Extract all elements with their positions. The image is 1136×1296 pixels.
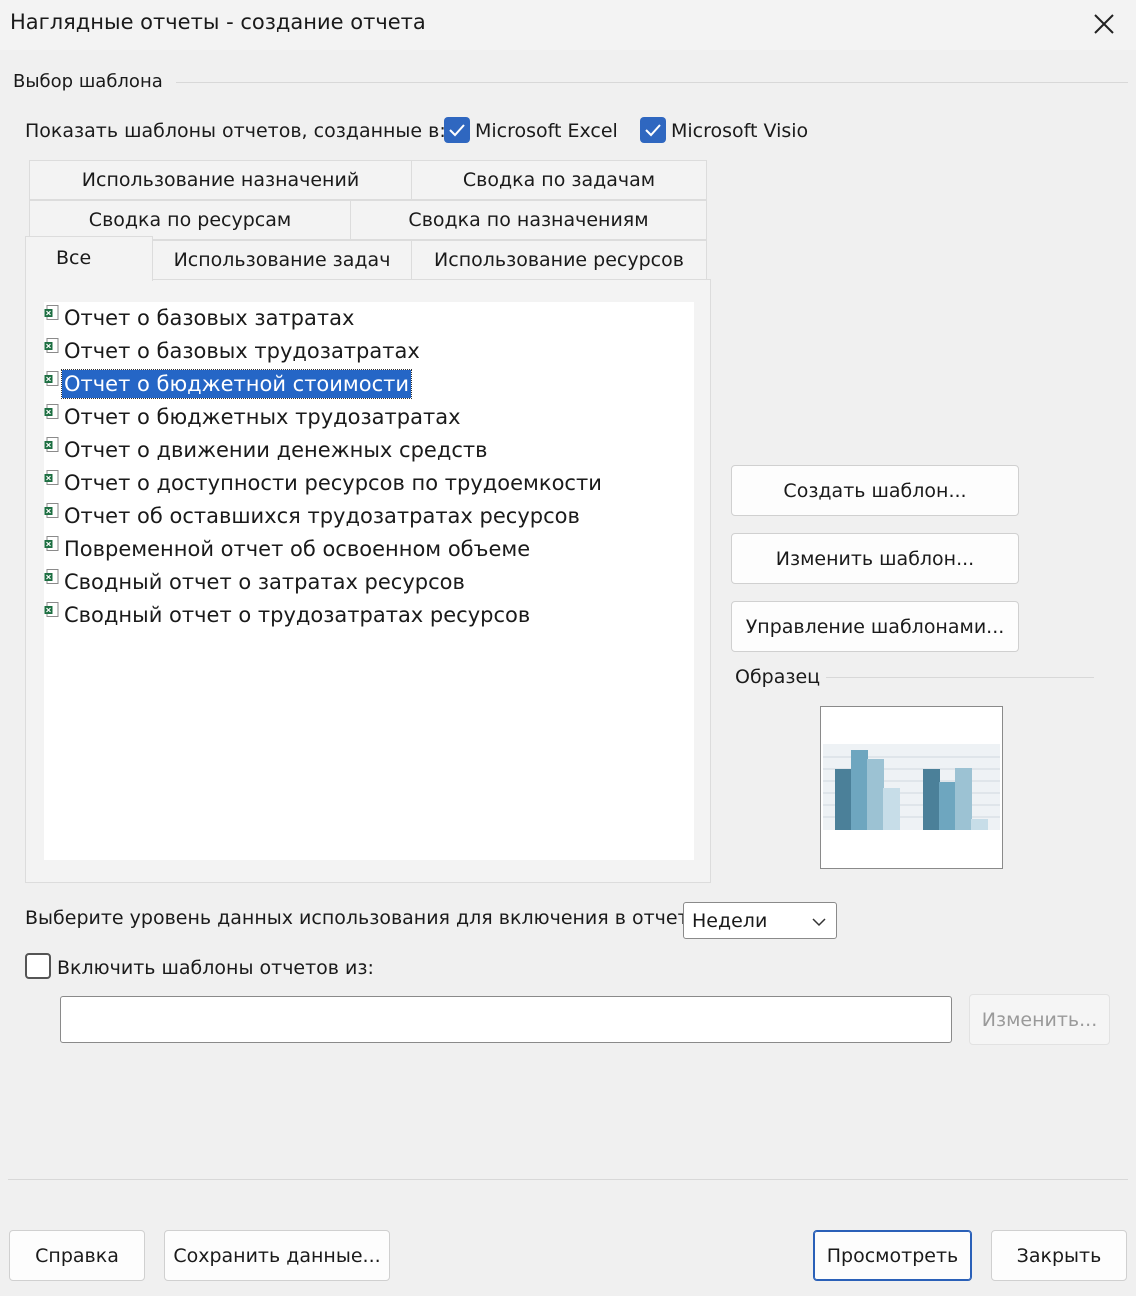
excel-label[interactable]: Microsoft Excel xyxy=(475,120,618,142)
include-templates-checkbox[interactable] xyxy=(25,953,51,979)
close-button[interactable]: Закрыть xyxy=(991,1230,1127,1281)
visio-checkbox[interactable] xyxy=(640,117,666,143)
help-button[interactable]: Справка xyxy=(9,1230,145,1281)
excel-file-icon xyxy=(44,467,60,485)
tab-task-summary[interactable]: Сводка по задачам xyxy=(411,160,707,200)
excel-file-icon xyxy=(44,401,60,419)
excel-file-icon xyxy=(44,434,60,452)
group-divider xyxy=(176,82,1128,83)
show-templates-label: Показать шаблоны отчетов, созданные в: xyxy=(25,120,446,142)
excel-file-icon xyxy=(44,599,60,617)
tab-assignment-summary[interactable]: Сводка по назначениям xyxy=(350,200,707,240)
sample-divider xyxy=(826,677,1094,678)
report-list[interactable]: Отчет о базовых затратах Отчет о базовых… xyxy=(44,302,694,860)
view-button[interactable]: Просмотреть xyxy=(813,1230,972,1281)
include-templates-label[interactable]: Включить шаблоны отчетов из: xyxy=(57,957,374,979)
footer-divider xyxy=(8,1179,1128,1180)
tab-task-usage[interactable]: Использование задач xyxy=(152,240,412,280)
sample-label: Образец xyxy=(735,666,821,688)
sample-preview-image xyxy=(820,706,1003,869)
excel-file-icon xyxy=(44,368,60,386)
tab-assignment-usage[interactable]: Использование назначений xyxy=(29,160,412,200)
tab-resource-usage[interactable]: Использование ресурсов xyxy=(411,240,707,280)
modify-path-button: Изменить... xyxy=(969,994,1110,1045)
template-group-label: Выбор шаблона xyxy=(13,71,163,92)
chevron-down-icon xyxy=(812,918,826,927)
tab-all[interactable]: Все xyxy=(25,236,153,281)
manage-templates-button[interactable]: Управление шаблонами... xyxy=(731,601,1019,652)
tab-resource-summary[interactable]: Сводка по ресурсам xyxy=(29,200,351,240)
excel-file-icon xyxy=(44,335,60,353)
edit-template-button[interactable]: Изменить шаблон... xyxy=(731,533,1019,584)
excel-file-icon xyxy=(44,566,60,584)
title-bar: Наглядные отчеты - создание отчета xyxy=(0,0,1136,50)
excel-file-icon xyxy=(44,533,60,551)
excel-checkbox[interactable] xyxy=(444,117,470,143)
dialog-title: Наглядные отчеты - создание отчета xyxy=(10,10,426,34)
template-path-input[interactable] xyxy=(60,996,952,1043)
close-icon[interactable] xyxy=(1086,6,1122,42)
excel-file-icon xyxy=(44,500,60,518)
create-template-button[interactable]: Создать шаблон... xyxy=(731,465,1019,516)
usage-level-select[interactable]: Недели xyxy=(683,902,837,939)
excel-file-icon xyxy=(44,302,60,320)
visio-label[interactable]: Microsoft Visio xyxy=(671,120,808,142)
save-data-button[interactable]: Сохранить данные... xyxy=(164,1230,390,1281)
usage-level-label: Выберите уровень данных использования дл… xyxy=(25,907,696,929)
